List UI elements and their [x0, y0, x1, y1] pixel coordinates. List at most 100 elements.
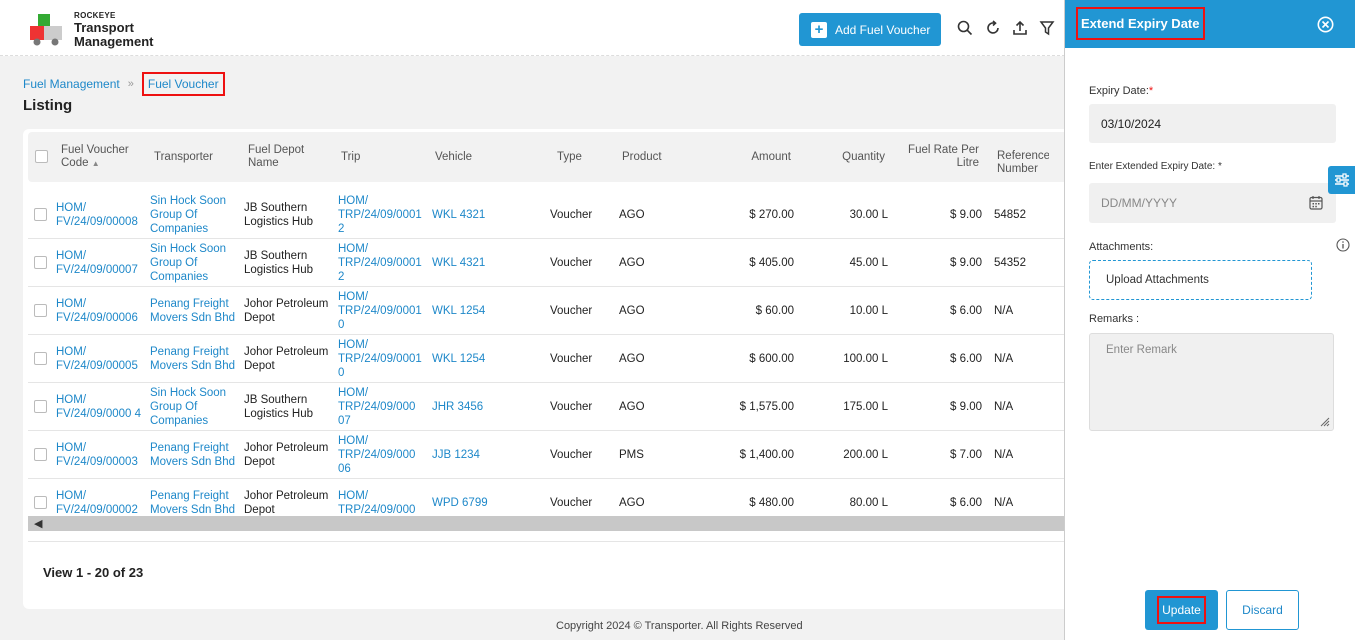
upload-icon[interactable] [1010, 18, 1030, 38]
header-transporter[interactable]: Transporter [154, 151, 234, 164]
cell-trip[interactable]: HOM/ TRP/24/09/000 [338, 489, 430, 517]
expiry-date-label: Expiry Date:* [1089, 85, 1154, 97]
table-row: HOM/ FV/24/09/00008 Sin Hock Soon Group O… [28, 191, 1068, 239]
cell-code[interactable]: HOM/ FV/24/09/00007 [56, 249, 148, 277]
cell-transporter[interactable]: Penang Freight Movers Sdn Bhd [150, 345, 238, 373]
cell-transporter[interactable]: Sin Hock Soon Group Of Companies [150, 194, 238, 236]
header-trip[interactable]: Trip [341, 151, 401, 164]
breadcrumb-fuel-voucher[interactable]: Fuel Voucher [141, 72, 225, 96]
copyright: Copyright 2024 © Transporter. All Rights… [556, 620, 803, 632]
row-checkbox[interactable] [34, 400, 47, 413]
header-amount[interactable]: Amount [721, 151, 791, 164]
table-row: HOM/ FV/24/09/00002 Penang Freight Movers… [28, 479, 1068, 519]
cell-code[interactable]: HOM/ FV/24/09/00002 [56, 489, 148, 517]
panel-header: Extend Expiry Date [1065, 0, 1355, 48]
sort-icon: ▲ [91, 159, 100, 168]
row-checkbox[interactable] [34, 448, 47, 461]
cell-trip[interactable]: HOM/ TRP/24/09/000 07 [338, 386, 430, 428]
header-product[interactable]: Product [622, 151, 682, 164]
discard-button[interactable]: Discard [1226, 590, 1299, 630]
cell-vehicle[interactable]: WKL 4321 [432, 208, 502, 222]
table-body: HOM/ FV/24/09/00008 Sin Hock Soon Group O… [28, 191, 1068, 519]
cell-reference: 54352 [994, 256, 1026, 269]
cell-reference: 54852 [994, 208, 1026, 221]
plus-icon: + [811, 21, 827, 38]
cell-amount: $ 1,575.00 [739, 400, 794, 413]
resize-handle-icon[interactable] [1318, 415, 1330, 427]
header-reference[interactable]: Reference Number [997, 150, 1049, 176]
cell-rate: $ 6.00 [950, 304, 982, 317]
table-row: HOM/ FV/24/09/0000 4 Sin Hock Soon Group … [28, 383, 1068, 431]
breadcrumb-fuel-management[interactable]: Fuel Management [23, 77, 120, 91]
cell-code[interactable]: HOM/ FV/24/09/00005 [56, 345, 148, 373]
extended-expiry-input[interactable]: DD/MM/YYYY [1089, 183, 1336, 223]
cell-transporter[interactable]: Sin Hock Soon Group Of Companies [150, 242, 238, 284]
breadcrumb: Fuel Management » Fuel Voucher [23, 72, 225, 96]
cell-product: AGO [619, 256, 645, 269]
cell-code[interactable]: HOM/ FV/24/09/00003 [56, 441, 148, 469]
cell-amount: $ 405.00 [749, 256, 794, 269]
cell-quantity: 30.00 L [849, 208, 888, 221]
info-icon[interactable] [1336, 238, 1350, 252]
cell-transporter[interactable]: Sin Hock Soon Group Of Companies [150, 386, 238, 428]
scroll-left-icon[interactable]: ◀ [34, 517, 42, 530]
cell-type: Voucher [550, 208, 593, 221]
header-vehicle[interactable]: Vehicle [435, 151, 495, 164]
close-icon[interactable] [1317, 16, 1334, 33]
remarks-textarea[interactable]: Enter Remark [1089, 333, 1334, 431]
cell-quantity: 10.00 L [849, 304, 888, 317]
upload-attachments-button[interactable]: Upload Attachments [1089, 260, 1312, 300]
row-checkbox[interactable] [34, 352, 47, 365]
update-button-container[interactable]: Update [1145, 590, 1218, 630]
cell-vehicle[interactable]: WKL 1254 [432, 352, 502, 366]
cell-trip[interactable]: HOM/ TRP/24/09/000 06 [338, 434, 430, 476]
expiry-date-field: 03/10/2024 [1089, 104, 1336, 143]
table-row: HOM/ FV/24/09/00003 Penang Freight Movers… [28, 431, 1068, 479]
cell-code[interactable]: HOM/ FV/24/09/0000 4 [56, 393, 148, 421]
filter-icon[interactable] [1037, 18, 1057, 38]
cell-code[interactable]: HOM/ FV/24/09/00008 [56, 201, 148, 229]
add-fuel-voucher-button[interactable]: + Add Fuel Voucher [799, 13, 941, 46]
cell-trip[interactable]: HOM/ TRP/24/09/0001 0 [338, 338, 430, 380]
cell-trip[interactable]: HOM/ TRP/24/09/0001 0 [338, 290, 430, 332]
row-checkbox[interactable] [34, 304, 47, 317]
cell-trip[interactable]: HOM/ TRP/24/09/0001 2 [338, 242, 430, 284]
add-fuel-voucher-label: Add Fuel Voucher [835, 22, 931, 37]
cell-vehicle[interactable]: WKL 4321 [432, 256, 502, 270]
header-code[interactable]: Fuel Voucher Code ▲ [61, 144, 141, 170]
cell-type: Voucher [550, 496, 593, 509]
select-all-checkbox[interactable] [35, 150, 48, 163]
cell-vehicle[interactable]: JJB 1234 [432, 448, 502, 462]
header-type[interactable]: Type [557, 151, 607, 164]
row-checkbox[interactable] [34, 208, 47, 221]
cell-vehicle[interactable]: WKL 1254 [432, 304, 502, 318]
brand-company: ROCKEYE [74, 11, 116, 20]
cell-quantity: 100.00 L [843, 352, 888, 365]
cell-type: Voucher [550, 256, 593, 269]
cell-vehicle[interactable]: JHR 3456 [432, 400, 502, 414]
row-checkbox[interactable] [34, 496, 47, 509]
cell-rate: $ 7.00 [950, 448, 982, 461]
cell-depot: Johor Petroleum Depot [244, 489, 329, 516]
row-checkbox[interactable] [34, 256, 47, 269]
horizontal-scrollbar[interactable]: ◀ [28, 516, 1068, 531]
search-icon[interactable] [955, 18, 975, 38]
update-button[interactable]: Update [1157, 596, 1206, 624]
cell-amount: $ 600.00 [749, 352, 794, 365]
header-rate[interactable]: Fuel Rate Per Litre [905, 144, 979, 170]
extended-expiry-label: Enter Extended Expiry Date: * [1089, 161, 1222, 172]
header-depot[interactable]: Fuel Depot Name [248, 144, 328, 170]
header-quantity[interactable]: Quantity [815, 151, 885, 164]
settings-tab[interactable] [1328, 166, 1355, 194]
calendar-icon[interactable] [1309, 195, 1323, 210]
cell-quantity: 45.00 L [849, 256, 888, 269]
cell-trip[interactable]: HOM/ TRP/24/09/0001 2 [338, 194, 430, 236]
cell-transporter[interactable]: Penang Freight Movers Sdn Bhd [150, 489, 238, 517]
cell-vehicle[interactable]: WPD 6799 [432, 496, 502, 510]
cell-transporter[interactable]: Penang Freight Movers Sdn Bhd [150, 441, 238, 469]
cell-reference: N/A [994, 448, 1014, 461]
refresh-icon[interactable] [983, 18, 1003, 38]
cell-product: AGO [619, 208, 645, 221]
cell-code[interactable]: HOM/ FV/24/09/00006 [56, 297, 148, 325]
cell-transporter[interactable]: Penang Freight Movers Sdn Bhd [150, 297, 238, 325]
